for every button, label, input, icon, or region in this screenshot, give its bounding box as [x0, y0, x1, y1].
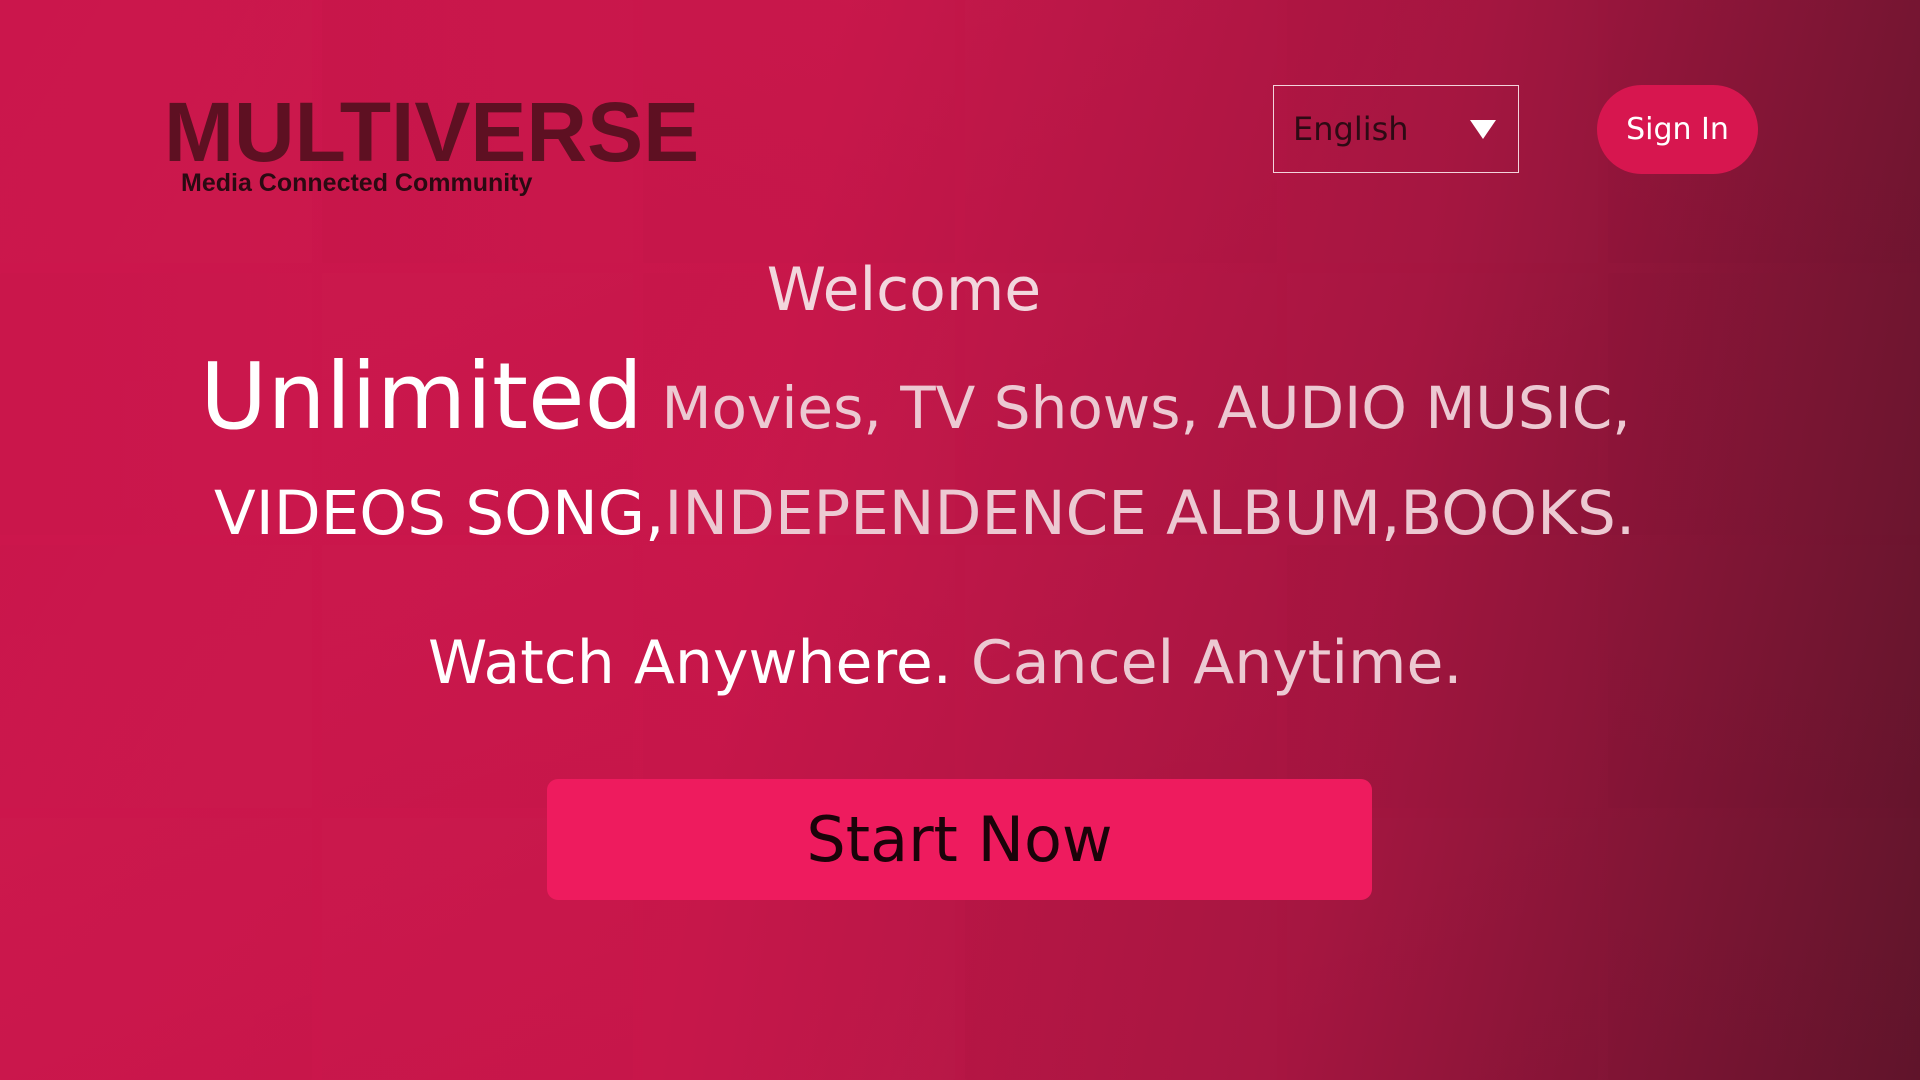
hero-line3-part-b: Cancel Anytime. — [951, 628, 1463, 698]
hero-line1-rest: Movies, TV Shows, AUDIO MUSIC, — [643, 374, 1631, 442]
hero-highlight-word: Unlimited — [200, 343, 644, 450]
landing-page: MULTIVERSE Media Connected Community Eng… — [0, 0, 1920, 1080]
hero-headline-line2: VIDEOS SONG,INDEPENDENCE ALBUM,BOOKS. — [214, 478, 1635, 549]
hero-subheadline: Watch Anywhere. Cancel Anytime. — [428, 628, 1462, 698]
hero-welcome: Welcome — [766, 255, 1042, 325]
chevron-down-icon — [1470, 119, 1496, 139]
hero-line2-part-b: INDEPENDENCE ALBUM,BOOKS. — [664, 478, 1636, 549]
hero-line3-part-a: Watch Anywhere. — [428, 628, 952, 698]
hero-line2-part-a: VIDEOS SONG, — [214, 478, 665, 549]
language-select-value: English — [1293, 110, 1409, 148]
brand-logo[interactable]: MULTIVERSE Media Connected Community — [164, 85, 700, 196]
sign-in-button[interactable]: Sign In — [1597, 85, 1758, 174]
hero-headline-line1: Unlimited Movies, TV Shows, AUDIO MUSIC, — [200, 343, 1631, 450]
start-now-button[interactable]: Start Now — [547, 779, 1372, 900]
language-select[interactable]: English — [1273, 85, 1519, 173]
brand-name: MULTIVERSE — [164, 85, 700, 179]
